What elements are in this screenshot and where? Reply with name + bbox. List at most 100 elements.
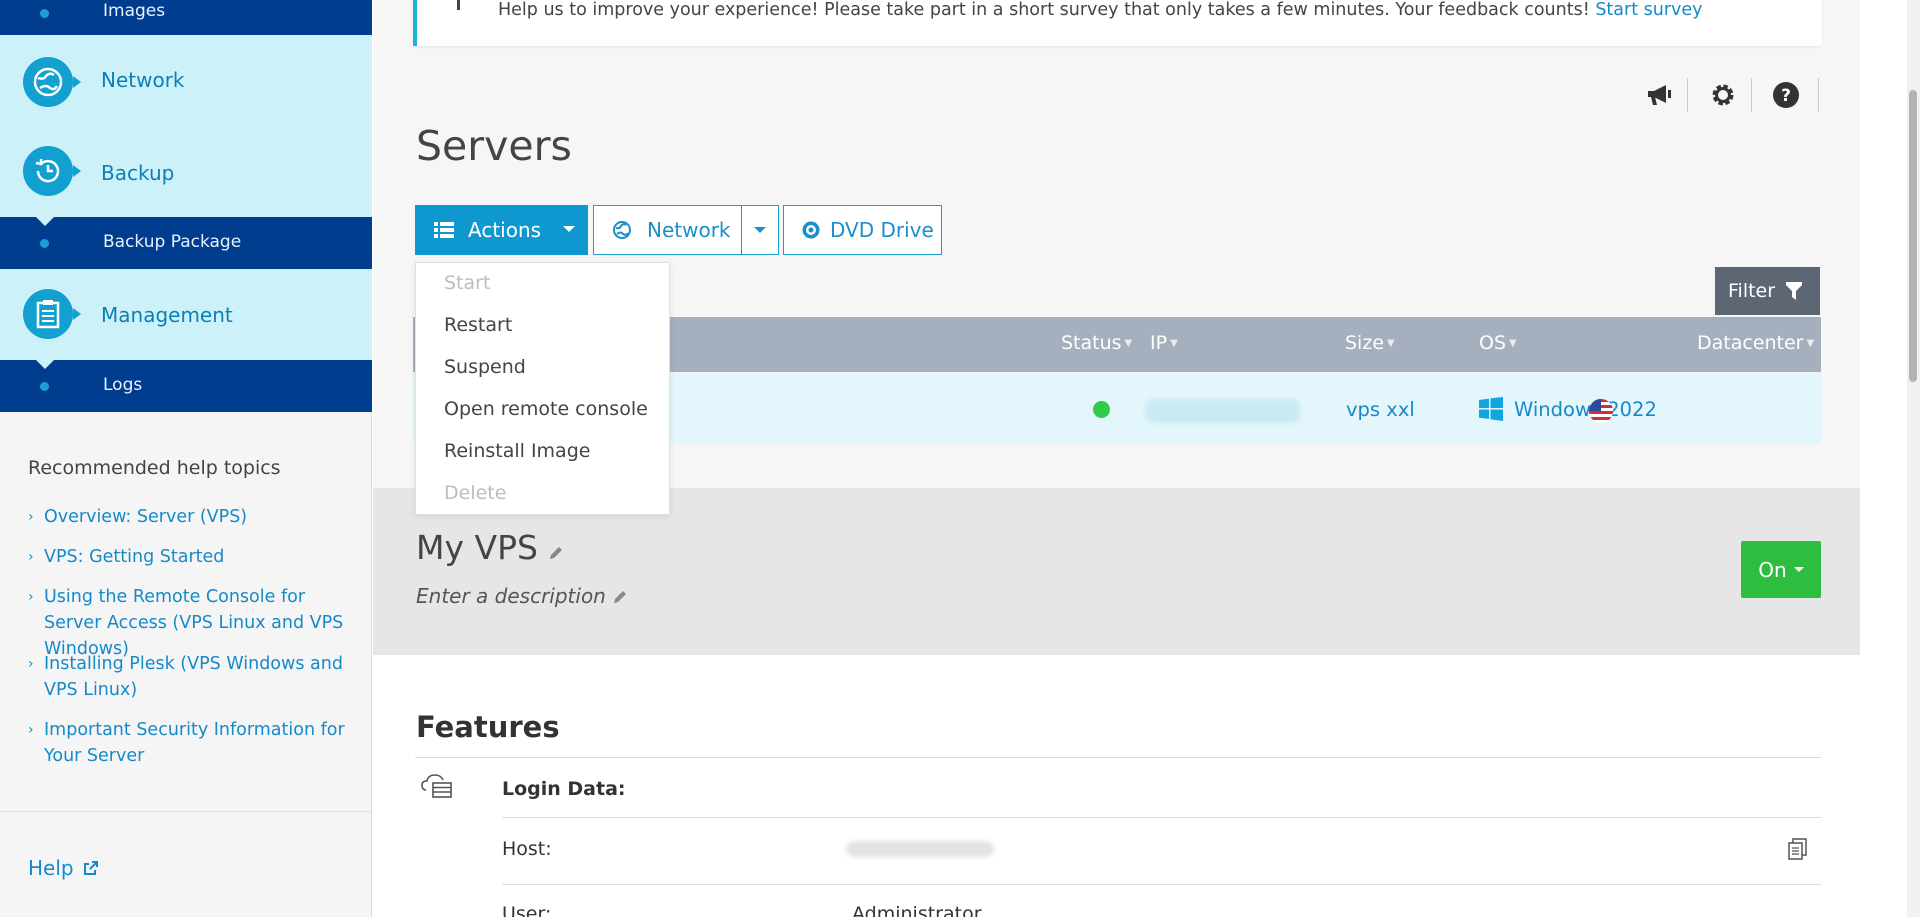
menu-item-start: Start (444, 272, 491, 294)
svg-text:?: ? (1781, 86, 1791, 106)
column-size[interactable]: Size ▼ (1345, 332, 1395, 354)
actions-button[interactable]: Actions (415, 205, 588, 255)
windows-logo-icon (1479, 397, 1503, 421)
sort-caret-icon: ▼ (1509, 338, 1517, 349)
status-online-icon (1093, 401, 1110, 418)
divider (1687, 78, 1688, 112)
server-name[interactable]: My VPS (416, 528, 564, 567)
dvd-drive-label: DVD Drive (830, 218, 934, 242)
column-datacenter[interactable]: Datacenter ▼ (1697, 332, 1814, 354)
divider (0, 811, 372, 812)
scrollbar-thumb[interactable] (1909, 90, 1917, 382)
column-label: OS (1479, 332, 1507, 354)
user-value: Administrator (852, 903, 982, 917)
main-content: Help us to improve your experience! Plea… (373, 0, 1860, 917)
sidebar-item-backup[interactable]: Backup (0, 125, 372, 217)
chevron-right-icon: › (28, 589, 34, 605)
help-label: Help (28, 856, 74, 880)
power-state-label: On (1758, 557, 1787, 582)
backup-clock-icon (23, 146, 81, 196)
sidebar-subitem-logs[interactable]: Logs (0, 360, 372, 412)
divider (502, 817, 1821, 818)
gear-icon[interactable] (1706, 78, 1740, 112)
menu-item-delete: Delete (444, 482, 507, 504)
chevron-right-icon: › (28, 549, 34, 565)
bullet-icon (40, 239, 49, 248)
column-ip[interactable]: IP ▼ (1150, 332, 1178, 354)
menu-item-open-remote-console[interactable]: Open remote console (444, 398, 648, 420)
help-link-getting-started[interactable]: › VPS: Getting Started (28, 544, 363, 570)
funnel-icon (1786, 282, 1803, 300)
help-link-plesk[interactable]: › Installing Plesk (VPS Windows and VPS … (28, 651, 363, 703)
sort-caret-icon: ▼ (1170, 338, 1178, 349)
power-toggle-button[interactable]: On (1741, 541, 1821, 598)
sort-caret-icon: ▼ (1387, 338, 1395, 349)
cloud-server-icon (421, 774, 452, 798)
user-label: User: (502, 903, 552, 917)
menu-item-suspend[interactable]: Suspend (444, 356, 526, 378)
divider (502, 884, 1821, 885)
dvd-drive-button[interactable]: DVD Drive (783, 205, 942, 255)
chevron-right-icon: › (28, 722, 34, 738)
chevron-right-icon: › (28, 656, 34, 672)
sidebar-item-label: Backup (101, 161, 175, 185)
bullet-icon (40, 9, 49, 18)
help-link-label: Overview: Server (VPS) (44, 507, 248, 527)
megaphone-icon[interactable] (1642, 78, 1676, 112)
caret-down-icon (754, 227, 766, 233)
bullet-icon (40, 382, 49, 391)
filter-label: Filter (1728, 280, 1776, 302)
actions-label: Actions (468, 218, 542, 242)
ip-address-redacted (1145, 399, 1300, 423)
server-name-text: My VPS (416, 528, 538, 567)
start-survey-link[interactable]: Start survey (1595, 0, 1702, 20)
menu-item-restart[interactable]: Restart (444, 314, 512, 336)
help-link-security[interactable]: › Important Security Information for You… (28, 717, 363, 769)
host-value-redacted (846, 841, 994, 857)
actions-menu: Start Restart Suspend Open remote consol… (415, 262, 670, 515)
column-label: Size (1345, 332, 1385, 354)
sidebar-item-label: Management (101, 303, 233, 327)
help-circle-icon[interactable]: ? (1769, 78, 1803, 112)
server-os[interactable]: Windows 2022 (1514, 398, 1657, 421)
help-link-overview[interactable]: › Overview: Server (VPS) (28, 504, 363, 530)
external-link-icon (83, 861, 98, 875)
clipboard-icon (23, 289, 81, 339)
copy-clipboard-icon[interactable] (1788, 838, 1808, 860)
notch (36, 217, 54, 226)
pencil-icon[interactable] (612, 589, 628, 605)
help-link[interactable]: Help (28, 856, 99, 880)
caret-down-icon (1793, 567, 1804, 572)
sidebar-item-management[interactable]: Management (0, 269, 372, 360)
filter-button[interactable]: Filter (1715, 267, 1820, 315)
pencil-icon[interactable] (548, 545, 564, 561)
server-description[interactable]: Enter a description (416, 584, 628, 608)
divider (1751, 78, 1752, 112)
column-label: IP (1150, 332, 1168, 354)
network-globe-icon (23, 57, 81, 107)
sidebar-subitem-label: Backup Package (103, 232, 242, 252)
page-title: Servers (416, 122, 572, 170)
column-os[interactable]: OS ▼ (1479, 332, 1517, 354)
sidebar: Images Network Backup Backup Package Man… (0, 0, 372, 917)
sidebar-item-network[interactable]: Network (0, 35, 372, 125)
survey-banner: Help us to improve your experience! Plea… (413, 0, 1822, 46)
sidebar-subitem-images[interactable]: Images (0, 0, 372, 35)
notch (36, 360, 54, 369)
chevron-right-icon: › (28, 509, 34, 525)
network-dropdown-toggle[interactable] (741, 205, 779, 255)
menu-item-reinstall-image[interactable]: Reinstall Image (444, 440, 590, 462)
server-size[interactable]: vps xxl (1346, 398, 1415, 421)
column-label: Status (1061, 332, 1122, 354)
sort-caret-icon: ▼ (1124, 338, 1133, 349)
us-flag-icon (1589, 399, 1613, 423)
help-topics-heading: Recommended help topics (28, 457, 281, 479)
sidebar-subitem-label: Images (103, 1, 166, 21)
sort-caret-icon: ▼ (1806, 338, 1815, 349)
description-placeholder: Enter a description (416, 584, 606, 608)
network-button[interactable]: Network (593, 205, 742, 255)
column-status[interactable]: Status ▼ (1061, 332, 1132, 354)
sidebar-subitem-label: Logs (103, 375, 143, 395)
host-label: Host: (502, 838, 552, 860)
sidebar-subitem-backup-package[interactable]: Backup Package (0, 217, 372, 269)
